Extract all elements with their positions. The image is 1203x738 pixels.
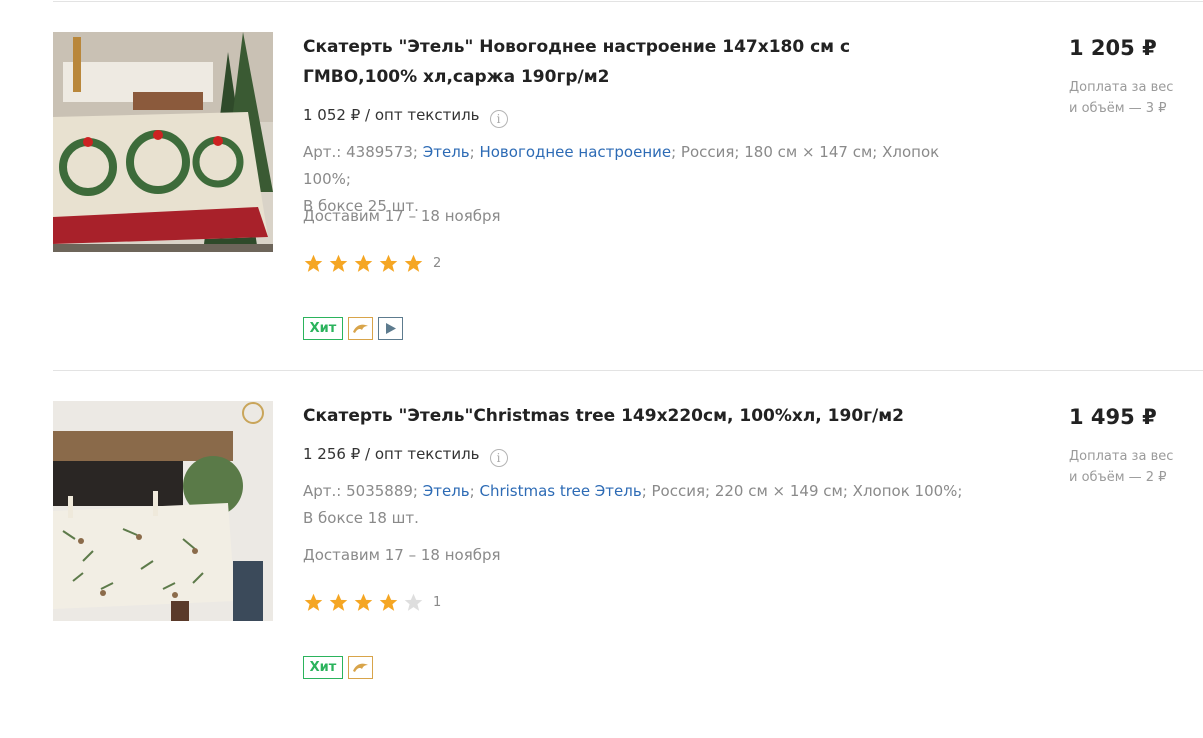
wholesale-price: 1 256 ₽ / опт текстиль i	[303, 443, 508, 467]
collection-link[interactable]: Новогоднее настроение	[479, 143, 671, 161]
video-play-icon[interactable]	[378, 317, 403, 340]
product-title-link[interactable]: Скатерть "Этель"Christmas tree 149х220см…	[303, 401, 943, 431]
star-icon	[379, 593, 398, 611]
star-icon	[354, 254, 373, 272]
product-image-tablecloth-wreath[interactable]	[53, 32, 273, 252]
product-card: Скатерть "Этель"Christmas tree 149х220см…	[0, 369, 1203, 738]
separator: ;	[469, 143, 475, 161]
product-image-tablecloth-christmas-tree[interactable]	[53, 401, 273, 621]
wholesale-price: 1 052 ₽ / опт текстиль i	[303, 104, 508, 128]
hit-badge: Хит	[303, 317, 343, 340]
hit-badge: Хит	[303, 656, 343, 679]
wholesale-price-text: 1 256 ₽ / опт текстиль	[303, 445, 480, 463]
product-price: 1 495 ₽	[1069, 405, 1157, 429]
product-badges: Хит	[303, 656, 373, 679]
star-empty-icon	[404, 593, 423, 611]
dolphin-icon	[348, 656, 373, 679]
article-number: Арт.: 5035889;	[303, 482, 418, 500]
box-quantity: В боксе 18 шт.	[303, 509, 419, 527]
info-icon[interactable]: i	[489, 449, 508, 467]
product-attributes: Арт.: 5035889; Этель; Christmas tree Эте…	[303, 478, 983, 532]
delivery-estimate: Доставим 17 – 18 ноября	[303, 207, 501, 225]
review-count[interactable]: 1	[433, 595, 441, 610]
product-price: 1 205 ₽	[1069, 36, 1157, 60]
star-icon	[329, 254, 348, 272]
star-icon	[404, 254, 423, 272]
star-icon	[304, 254, 323, 272]
star-icon	[354, 593, 373, 611]
review-count[interactable]: 2	[433, 256, 441, 271]
attribute-details: ; Россия; 220 см × 149 см; Хлопок 100%;	[641, 482, 963, 500]
product-badges: Хит	[303, 317, 403, 340]
star-icon	[329, 593, 348, 611]
delivery-estimate: Доставим 17 – 18 ноября	[303, 546, 501, 564]
separator: ;	[469, 482, 475, 500]
product-title-link[interactable]: Скатерть "Этель" Новогоднее настроение 1…	[303, 32, 943, 92]
rating-stars[interactable]: 2	[303, 252, 441, 274]
star-icon	[379, 254, 398, 272]
product-card: Скатерть "Этель" Новогоднее настроение 1…	[0, 0, 1203, 369]
rating-stars[interactable]: 1	[303, 591, 441, 613]
weight-surcharge: Доплата за вес и объём — 3 ₽	[1069, 80, 1174, 116]
weight-surcharge: Доплата за вес и объём — 2 ₽	[1069, 449, 1174, 485]
collection-link[interactable]: Christmas tree Этель	[479, 482, 641, 500]
brand-link[interactable]: Этель	[423, 143, 470, 161]
star-icon	[304, 593, 323, 611]
brand-link[interactable]: Этель	[423, 482, 470, 500]
dolphin-icon	[348, 317, 373, 340]
wholesale-price-text: 1 052 ₽ / опт текстиль	[303, 106, 480, 124]
info-icon[interactable]: i	[489, 110, 508, 128]
article-number: Арт.: 4389573;	[303, 143, 418, 161]
